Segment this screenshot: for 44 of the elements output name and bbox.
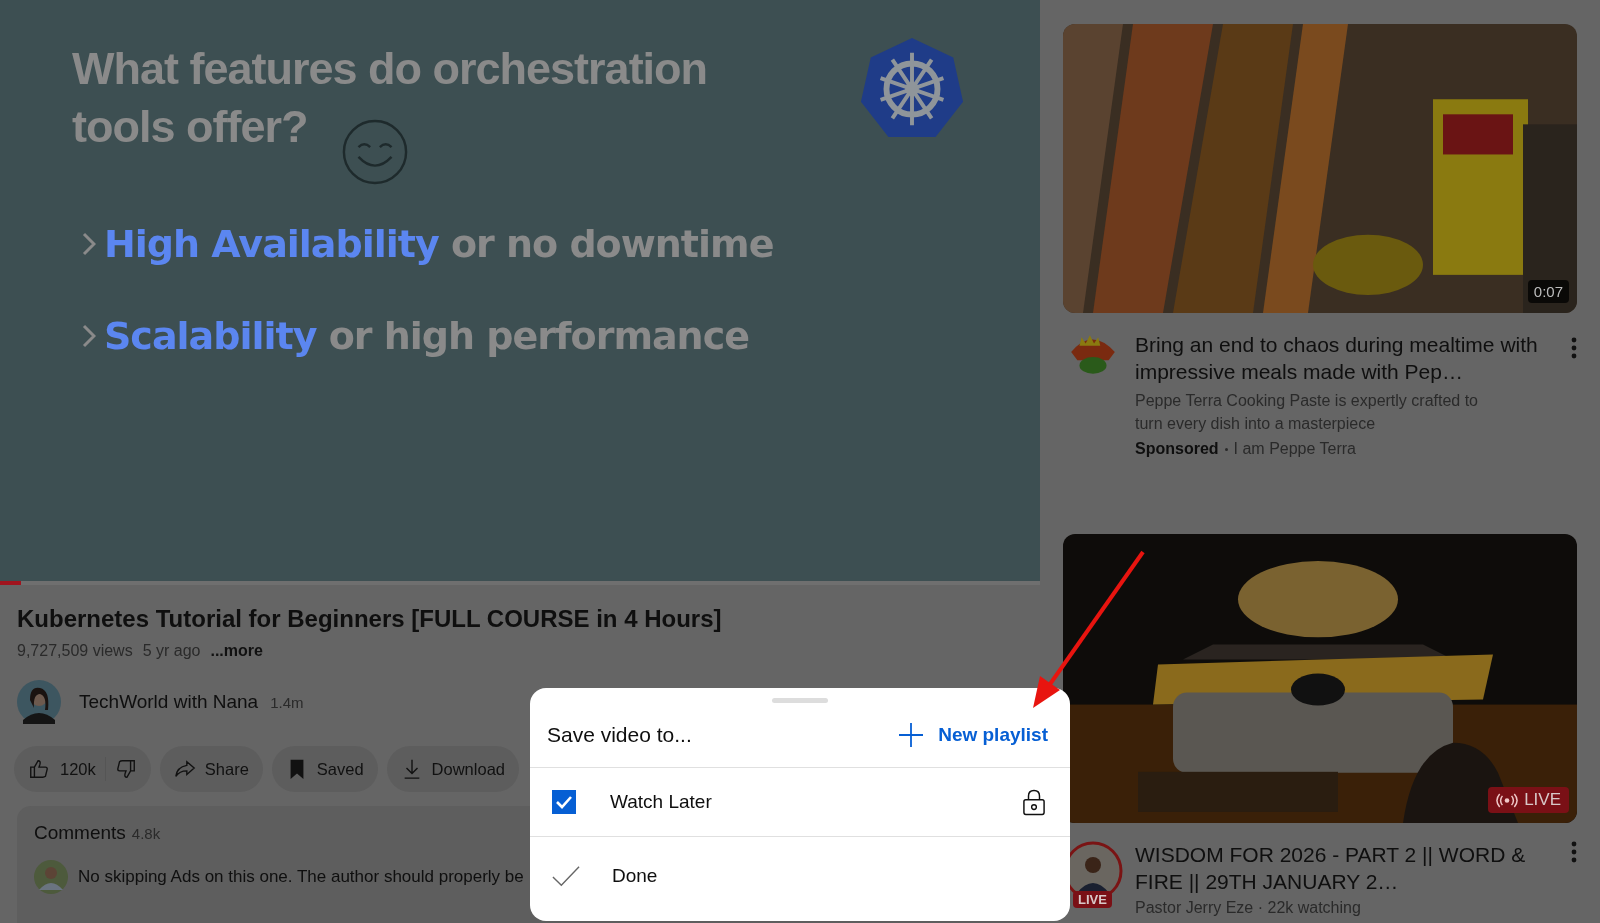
video-title[interactable]: Bring an end to chaos during mealtime with impressive meals made with Pep… xyxy=(1135,331,1559,385)
more-options-icon[interactable] xyxy=(1571,841,1577,863)
more-options-icon[interactable] xyxy=(1571,337,1577,359)
live-badge: LIVE xyxy=(1073,891,1112,908)
thumbs-down-icon[interactable] xyxy=(114,758,137,780)
slide-title: tools offer? xyxy=(72,100,308,154)
progress-track[interactable] xyxy=(0,581,1040,585)
video-frame[interactable]: What features do orchestration tools offer? High Availability or no downtime Scalability or high performance xyxy=(0,0,1040,581)
comment-text: No skipping Ads on this one. The author should properly be xyxy=(78,867,524,887)
chevron-icon xyxy=(82,324,96,348)
chevron-icon xyxy=(82,232,96,256)
commenter-avatar xyxy=(34,860,68,894)
smiley-icon xyxy=(341,118,410,186)
dialog-title: Save video to... xyxy=(547,723,692,747)
saved-button[interactable]: Saved xyxy=(271,746,378,792)
drag-handle[interactable] xyxy=(772,698,828,703)
share-button[interactable]: Share xyxy=(159,746,263,792)
advertiser-name: I am Peppe Terra xyxy=(1233,440,1356,458)
channel-name[interactable]: TechWorld with Nana xyxy=(79,691,259,713)
subscriber-count: 1.4m xyxy=(270,693,304,711)
comments-heading: Comments xyxy=(34,822,126,844)
ad-description: Peppe Terra Cooking Paste is expertly crafted to turn every dish into a masterpiece xyxy=(1135,391,1479,434)
thumbs-up-icon xyxy=(28,758,50,780)
video-byline: Pastor Jerry Eze · 22k watching xyxy=(1135,899,1362,917)
duration-badge: 0:07 xyxy=(1527,280,1569,303)
slide-title: What features do orchestration xyxy=(72,42,708,96)
slide-bullet: Scalability or high performance xyxy=(104,314,749,358)
more-link[interactable]: ...more xyxy=(210,642,263,660)
live-label: LIVE xyxy=(1524,790,1561,810)
video-title[interactable]: WISDOM FOR 2026 - PART 2 || WORD & FIRE || 29TH JANUARY 2… xyxy=(1135,841,1559,895)
checkbox[interactable] xyxy=(552,790,576,814)
like-button[interactable]: 120k xyxy=(28,758,96,780)
slide-bullet: High Availability or no downtime xyxy=(104,222,774,266)
video-title: Kubernetes Tutorial for Beginners [FULL COURSE in 4 Hours] xyxy=(17,604,723,634)
broadcast-icon xyxy=(1496,792,1519,808)
upload-age: 5 yr ago xyxy=(142,642,201,660)
share-arrow-icon xyxy=(173,758,196,780)
download-button[interactable]: Download xyxy=(386,746,519,792)
new-playlist-button[interactable]: New playlist xyxy=(898,722,1048,748)
playlist-item[interactable]: Watch Later xyxy=(530,768,1070,837)
plus-icon xyxy=(898,722,925,748)
sponsored-label: Sponsored xyxy=(1135,440,1219,458)
view-count: 9,727,509 views xyxy=(17,642,133,660)
checkmark-icon xyxy=(552,865,580,887)
